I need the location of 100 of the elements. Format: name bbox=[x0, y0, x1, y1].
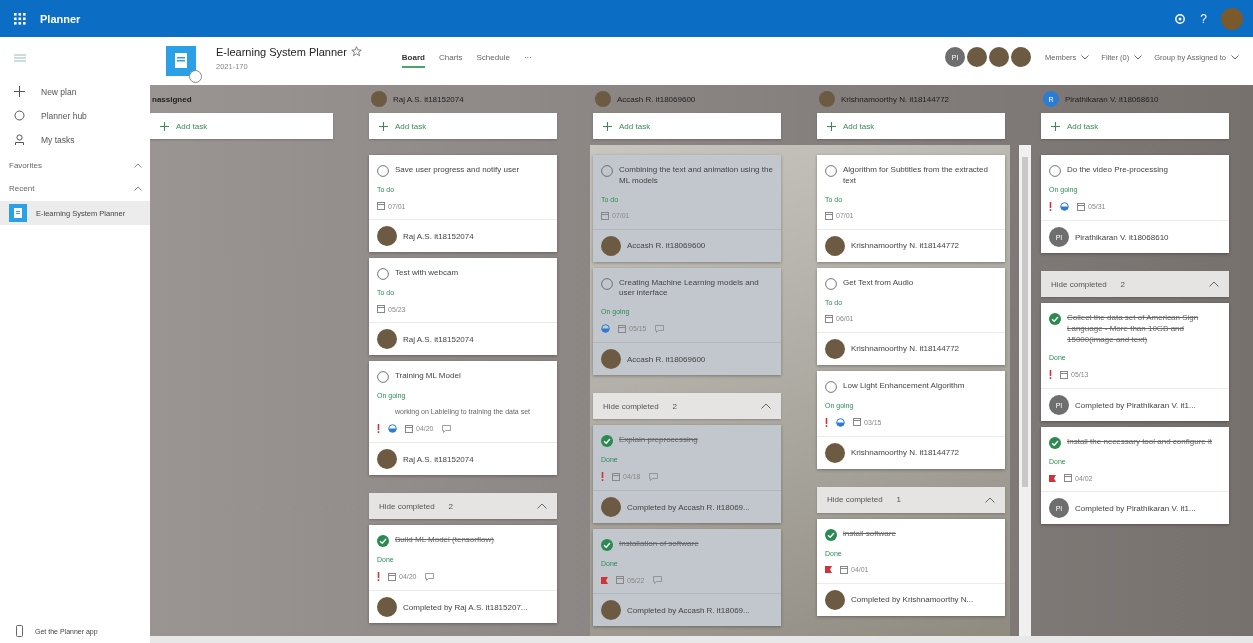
assignee-name: Krishnamoorthy N. it18144772 bbox=[851, 448, 960, 458]
task-title: Get Text from Audio bbox=[843, 277, 914, 289]
add-task-button[interactable]: Add task bbox=[1041, 113, 1229, 139]
calendar-icon bbox=[612, 472, 620, 481]
checkbox-icon[interactable] bbox=[377, 535, 389, 547]
task-title: Low Light Enhancement Algorithm bbox=[843, 380, 965, 392]
calendar-icon bbox=[388, 572, 396, 581]
member-avatar[interactable] bbox=[967, 47, 988, 67]
checkbox-icon[interactable] bbox=[601, 435, 613, 448]
assignee-avatar bbox=[601, 497, 621, 518]
plus-icon bbox=[603, 121, 612, 131]
circle-icon bbox=[14, 110, 25, 121]
assignee-avatar bbox=[377, 449, 397, 469]
task-title: Do the video Pre-processing bbox=[1067, 165, 1168, 176]
chevron-down-icon bbox=[1134, 54, 1143, 60]
star-icon[interactable] bbox=[350, 46, 362, 57]
settings-icon[interactable] bbox=[1174, 12, 1187, 25]
plus-icon bbox=[827, 121, 836, 131]
checkbox-icon[interactable] bbox=[601, 165, 613, 177]
assignee-name: Accash R. it18069600 bbox=[627, 354, 706, 364]
hide-completed-button[interactable]: Hide completed 2 bbox=[369, 493, 557, 519]
checkbox-icon[interactable] bbox=[825, 380, 837, 393]
phone-icon bbox=[16, 625, 23, 637]
assignee-name: Raj A.S. it18152074 bbox=[403, 454, 474, 464]
tab[interactable]: Schedule bbox=[476, 48, 510, 68]
add-task-button[interactable]: Add task bbox=[369, 113, 557, 139]
section-label: Recent bbox=[9, 184, 35, 193]
assignee-avatar bbox=[377, 329, 397, 349]
assignee-name: Completed by Raj A.S. it1815207... bbox=[403, 602, 528, 612]
checkbox-icon[interactable] bbox=[825, 277, 837, 290]
assignee-name: Pirathikaran V. it18068610 bbox=[1075, 232, 1169, 242]
add-task-button[interactable]: Add task bbox=[817, 113, 1005, 139]
assignee-name: Completed by Pirathikaran V. it1... bbox=[1075, 400, 1196, 410]
task-title: Training ML Model bbox=[395, 371, 461, 382]
assignee-avatar bbox=[601, 600, 621, 621]
chevron-icon[interactable] bbox=[134, 186, 142, 191]
checkbox-icon[interactable] bbox=[1049, 437, 1061, 450]
assignee-name: Raj A.S. it18152074 bbox=[403, 231, 474, 241]
calendar-icon bbox=[616, 576, 624, 585]
add-task-button[interactable]: Add task bbox=[593, 113, 781, 139]
chevron-down-icon bbox=[1231, 54, 1239, 60]
chevron-icon[interactable] bbox=[134, 163, 142, 168]
checkbox-icon[interactable] bbox=[1049, 313, 1061, 325]
checkbox-icon[interactable] bbox=[377, 371, 389, 383]
sidebar-item[interactable]: My tasks bbox=[0, 132, 150, 147]
task-title: Build ML Model (tensorflow) bbox=[395, 535, 494, 546]
checkbox-icon[interactable] bbox=[377, 165, 389, 177]
assignee-name: Completed by Accash R. it18069... bbox=[627, 502, 750, 512]
tab[interactable]: Board bbox=[401, 48, 425, 68]
hide-completed-button[interactable]: Hide completed 2 bbox=[1041, 271, 1229, 297]
hide-completed-button[interactable]: Hide completed 1 bbox=[817, 486, 1005, 513]
checkbox-icon[interactable] bbox=[825, 165, 837, 177]
assignee-name: Completed by Accash R. it18069... bbox=[627, 605, 750, 615]
chevron-icon bbox=[1209, 281, 1219, 287]
checkbox-icon[interactable] bbox=[601, 277, 613, 290]
person-icon bbox=[14, 134, 25, 145]
hide-completed-button[interactable]: Hide completed 2 bbox=[593, 393, 781, 420]
calendar-icon bbox=[840, 565, 848, 574]
calendar-icon bbox=[1060, 370, 1068, 379]
assignee-avatar bbox=[825, 442, 845, 463]
scrollbar[interactable] bbox=[1019, 145, 1031, 639]
chevron-icon bbox=[985, 496, 995, 503]
assignee-avatar bbox=[377, 226, 397, 246]
help-button[interactable]: ? bbox=[1200, 11, 1207, 26]
calendar-icon bbox=[825, 314, 833, 323]
plus-icon bbox=[14, 86, 25, 97]
assignee-avatar bbox=[601, 349, 621, 370]
add-task-button[interactable]: Add task bbox=[150, 113, 333, 139]
plan-icon bbox=[166, 46, 196, 76]
calendar-icon bbox=[377, 305, 385, 313]
tab[interactable]: Charts bbox=[438, 48, 463, 68]
info-icon[interactable] bbox=[189, 70, 202, 83]
member-avatar[interactable] bbox=[1011, 47, 1032, 67]
column-title: Raj A.S. it18152074 bbox=[393, 94, 464, 104]
chevron-icon bbox=[537, 503, 547, 509]
chevron-icon bbox=[761, 403, 771, 410]
checkbox-icon[interactable] bbox=[1049, 165, 1061, 177]
assignee-avatar bbox=[825, 235, 845, 256]
calendar-icon bbox=[1077, 202, 1085, 211]
calendar-icon bbox=[825, 211, 833, 220]
member-avatar[interactable] bbox=[989, 47, 1010, 67]
assignee-name: Krishnamoorthy N. it18144772 bbox=[851, 344, 960, 354]
sidebar-item[interactable]: New plan bbox=[0, 84, 150, 99]
assignee-avatar bbox=[371, 91, 387, 107]
task-title: Explain preprocessing bbox=[619, 435, 698, 446]
plus-icon bbox=[379, 121, 388, 131]
sidebar-item[interactable]: Planner hub bbox=[0, 108, 150, 123]
section-label: Favorites bbox=[9, 161, 42, 170]
checkbox-icon[interactable] bbox=[825, 528, 837, 541]
checkbox-icon[interactable] bbox=[377, 268, 389, 280]
checkbox-icon[interactable] bbox=[601, 539, 613, 552]
assignee-avatar bbox=[825, 338, 845, 359]
plus-icon bbox=[160, 121, 169, 131]
calendar-icon bbox=[853, 418, 861, 427]
column-title: nassigned bbox=[152, 94, 192, 104]
app-launcher-icon[interactable] bbox=[14, 12, 26, 25]
scrollbar[interactable] bbox=[150, 636, 1253, 643]
more-button[interactable]: ··· bbox=[523, 48, 532, 68]
assignee-name: Completed by Krishnamoorthy N... bbox=[851, 595, 974, 605]
task-title: Install the necessary tool and configure it bbox=[1067, 437, 1212, 449]
